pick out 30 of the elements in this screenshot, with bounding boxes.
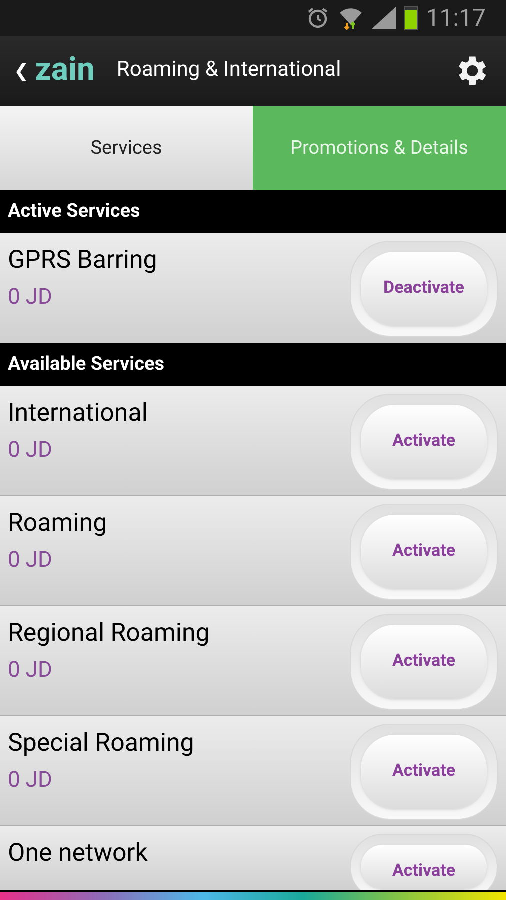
service-price: 0 JD: [8, 767, 54, 795]
battery-icon: [404, 6, 418, 30]
service-price: 0 JD: [8, 284, 54, 312]
service-name: GPRS Barring: [8, 245, 158, 277]
service-name: Special Roaming: [8, 728, 194, 760]
service-row[interactable]: Regional Roaming 0 JD Activate: [0, 606, 506, 716]
action-button[interactable]: Activate: [361, 845, 487, 889]
action-button[interactable]: Activate: [361, 625, 487, 699]
service-name: Roaming: [8, 508, 108, 540]
alarm-icon: [306, 6, 330, 30]
service-row[interactable]: International 0 JD Activate: [0, 386, 506, 496]
service-price: 0 JD: [8, 547, 54, 575]
clock-time: 11:17: [426, 6, 486, 30]
screen-title: Roaming & International: [116, 57, 342, 84]
service-row[interactable]: Roaming 0 JD Activate: [0, 496, 506, 606]
service-price: 0 JD: [8, 657, 54, 685]
back-button[interactable]: ❮ zain: [14, 57, 95, 85]
service-price: 0 JD: [8, 437, 54, 465]
service-name: One network: [8, 838, 148, 870]
service-row[interactable]: GPRS Barring 0 JD Deactivate: [0, 233, 506, 343]
tab[interactable]: Services: [0, 106, 253, 190]
action-button[interactable]: Activate: [361, 515, 487, 589]
action-button[interactable]: Deactivate: [361, 252, 487, 326]
action-button[interactable]: Activate: [361, 735, 487, 809]
action-button[interactable]: Activate: [361, 405, 487, 479]
service-row[interactable]: Special Roaming 0 JD Activate: [0, 716, 506, 826]
signal-icon: [372, 7, 396, 29]
service-name: Regional Roaming: [8, 618, 210, 650]
service-name: International: [8, 398, 148, 430]
service-row[interactable]: One network Activate: [0, 826, 506, 890]
